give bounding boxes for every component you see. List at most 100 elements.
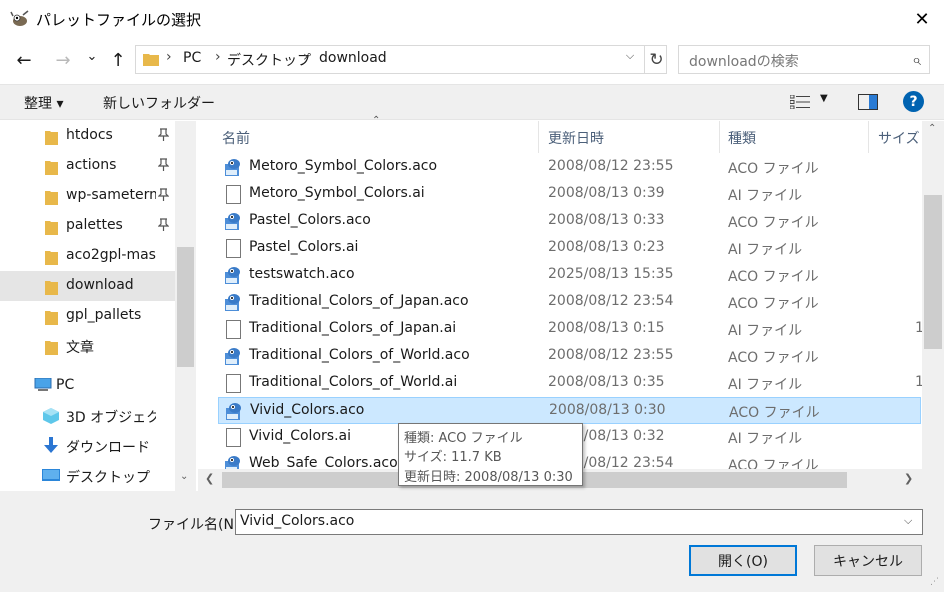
sidebar-item[interactable]: gpl_pallets xyxy=(0,301,175,331)
resize-grip-icon[interactable]: ⋰ xyxy=(930,577,939,587)
file-name: Traditional_Colors_of_Japan.aco xyxy=(249,293,469,309)
breadcrumb-separator: › xyxy=(215,49,221,65)
tooltip-size: サイズ: 11.7 KB xyxy=(404,450,502,465)
address-bar[interactable]: › PC › デスクトップ › download ⌵ ↻ xyxy=(135,45,667,74)
sidebar-item[interactable]: htdocs xyxy=(0,121,175,151)
forward-button[interactable]: → xyxy=(49,46,77,74)
sidebar-item[interactable]: 文章 xyxy=(0,331,175,361)
file-type: AI ファイル xyxy=(728,431,803,447)
file-row[interactable]: Metoro_Symbol_Colors.ai 2008/08/13 0:39 AI… xyxy=(218,181,921,208)
document-icon xyxy=(226,185,241,204)
folder-icon xyxy=(45,191,58,205)
file-list-vertical-scrollbar[interactable]: ⌃ xyxy=(922,121,944,469)
folder-icon xyxy=(45,281,58,295)
close-button[interactable]: ✕ xyxy=(900,0,944,38)
sidebar-item[interactable]: wp-sameterm xyxy=(0,181,175,211)
column-divider[interactable] xyxy=(719,121,720,153)
organize-menu-button[interactable]: 整理 ▾ xyxy=(24,93,63,113)
sidebar-item-label: gpl_pallets xyxy=(66,307,142,323)
open-button[interactable]: 開く(O) xyxy=(689,545,797,576)
breadcrumb-download[interactable]: download xyxy=(319,50,387,66)
navigation-pane: htdocs actions wp-sameterm palettes aco2gpl-… xyxy=(0,121,196,491)
file-type: ACO ファイル xyxy=(728,269,819,285)
file-row[interactable]: Pastel_Colors.ai 2008/08/13 0:23 AI ファイル xyxy=(218,235,921,262)
document-icon xyxy=(226,239,241,258)
refresh-button[interactable]: ↻ xyxy=(644,46,668,73)
nav-label-desktop: デスクトップ xyxy=(66,470,150,486)
filename-dropdown-icon[interactable]: ⌵ xyxy=(904,514,912,528)
scroll-left-icon[interactable]: ❮ xyxy=(205,472,214,485)
details-view-icon[interactable] xyxy=(790,95,810,109)
up-button[interactable]: ↑ xyxy=(104,46,132,74)
sidebar-item[interactable]: palettes xyxy=(0,211,175,241)
address-dropdown-icon[interactable]: ⌵ xyxy=(620,49,640,63)
file-type: AI ファイル xyxy=(728,242,803,258)
open-button-label: 開く(O) xyxy=(718,553,768,570)
scroll-up-icon[interactable]: ⌃ xyxy=(928,123,936,134)
filename-label: ファイル名(N): xyxy=(148,517,245,533)
file-name: Traditional_Colors_of_World.ai xyxy=(249,374,458,390)
column-header-date[interactable]: 更新日時 xyxy=(548,128,604,148)
nav-item-desktop[interactable]: デスクトップ xyxy=(0,461,175,491)
breadcrumb-desktop[interactable]: デスクトップ xyxy=(227,50,311,70)
column-divider[interactable] xyxy=(538,121,539,153)
file-row[interactable]: testswatch.aco 2025/08/13 15:35 ACO ファイル xyxy=(218,262,921,289)
file-info-tooltip: 種類: ACO ファイル サイズ: 11.7 KB 更新日時: 2008/08/… xyxy=(398,423,583,486)
file-row[interactable]: Metoro_Symbol_Colors.aco 2008/08/12 23:55… xyxy=(218,154,921,181)
folder-icon xyxy=(45,251,58,265)
vertical-scrollbar-thumb[interactable] xyxy=(924,195,942,349)
column-header-type[interactable]: 種類 xyxy=(728,128,756,148)
file-row[interactable]: Traditional_Colors_of_Japan.aco 2008/08/1… xyxy=(218,289,921,316)
filename-combobox[interactable]: Vivid_Colors.aco ⌵ xyxy=(235,509,923,535)
filename-field[interactable]: Vivid_Colors.aco xyxy=(240,513,354,529)
preview-pane-icon[interactable] xyxy=(858,94,878,110)
chevron-down-icon: ⌄ xyxy=(86,48,98,64)
breadcrumb-pc[interactable]: PC xyxy=(183,50,201,66)
file-date: 2008/08/12 23:54 xyxy=(548,293,674,309)
view-options-dropdown-icon[interactable]: ▼ xyxy=(820,93,828,104)
column-divider[interactable] xyxy=(868,121,869,153)
back-button[interactable]: ← xyxy=(10,46,38,74)
search-box[interactable]: downloadの検索 ⌕ xyxy=(678,45,930,74)
help-icon[interactable]: ? xyxy=(903,91,924,112)
column-header-size[interactable]: サイズ xyxy=(878,128,920,148)
sidebar-item-label: palettes xyxy=(66,217,123,233)
file-row[interactable]: Traditional_Colors_of_Japan.ai 2008/08/13… xyxy=(218,316,924,343)
sidebar-item[interactable]: aco2gpl-master xyxy=(0,241,175,271)
column-header-name[interactable]: 名前 xyxy=(222,128,250,148)
file-row[interactable]: Vivid_Colors.aco 2008/08/13 0:30 ACO ファイル xyxy=(218,397,921,424)
scroll-down-icon[interactable]: ⌄ xyxy=(180,471,188,482)
title-bar: パレットファイルの選択 ✕ xyxy=(0,0,944,38)
new-folder-button[interactable]: 新しいフォルダー xyxy=(103,93,215,113)
aco-file-icon xyxy=(225,213,240,230)
file-name: Pastel_Colors.aco xyxy=(249,212,371,228)
breadcrumb-separator: › xyxy=(303,49,309,65)
nav-label-downloads: ダウンロード xyxy=(66,440,150,456)
nav-scrollbar-thumb[interactable] xyxy=(177,247,194,367)
file-date: 2008/08/13 0:15 xyxy=(548,320,665,336)
file-date: 2025/08/13 15:35 xyxy=(548,266,674,282)
file-row[interactable]: Pastel_Colors.aco 2008/08/13 0:33 ACO ファイル xyxy=(218,208,921,235)
nav-item-pc[interactable]: PC xyxy=(0,371,175,401)
cancel-button[interactable]: キャンセル xyxy=(814,545,922,576)
file-date: 2008/08/13 0:23 xyxy=(548,239,665,255)
sidebar-item[interactable]: actions xyxy=(0,151,175,181)
nav-item-3d-objects[interactable]: 3D オブジェクト xyxy=(0,401,175,431)
sidebar-item-label: actions xyxy=(66,157,117,173)
folder-icon xyxy=(45,341,58,355)
sidebar-item[interactable]: download xyxy=(0,271,175,301)
scroll-right-icon[interactable]: ❯ xyxy=(904,472,913,485)
search-input[interactable]: downloadの検索 xyxy=(689,51,799,71)
file-date: 2008/08/13 0:39 xyxy=(548,185,665,201)
command-bar: 整理 ▾ 新しいフォルダー ▼ ? xyxy=(0,84,944,120)
document-icon xyxy=(226,320,241,339)
file-row[interactable]: Traditional_Colors_of_World.ai 2008/08/13… xyxy=(218,370,924,397)
sidebar-item-label: 文章 xyxy=(66,340,94,356)
file-row[interactable]: Traditional_Colors_of_World.aco 2008/08/1… xyxy=(218,343,921,370)
file-date: 2008/08/12 23:55 xyxy=(548,158,674,174)
nav-label-3d-objects: 3D オブジェクト xyxy=(66,410,156,426)
recent-locations-button[interactable]: ⌄ xyxy=(80,42,104,70)
nav-item-downloads[interactable]: ダウンロード xyxy=(0,431,175,461)
file-name: Metoro_Symbol_Colors.aco xyxy=(249,158,438,174)
nav-scrollbar[interactable]: ⌄ xyxy=(175,121,196,491)
